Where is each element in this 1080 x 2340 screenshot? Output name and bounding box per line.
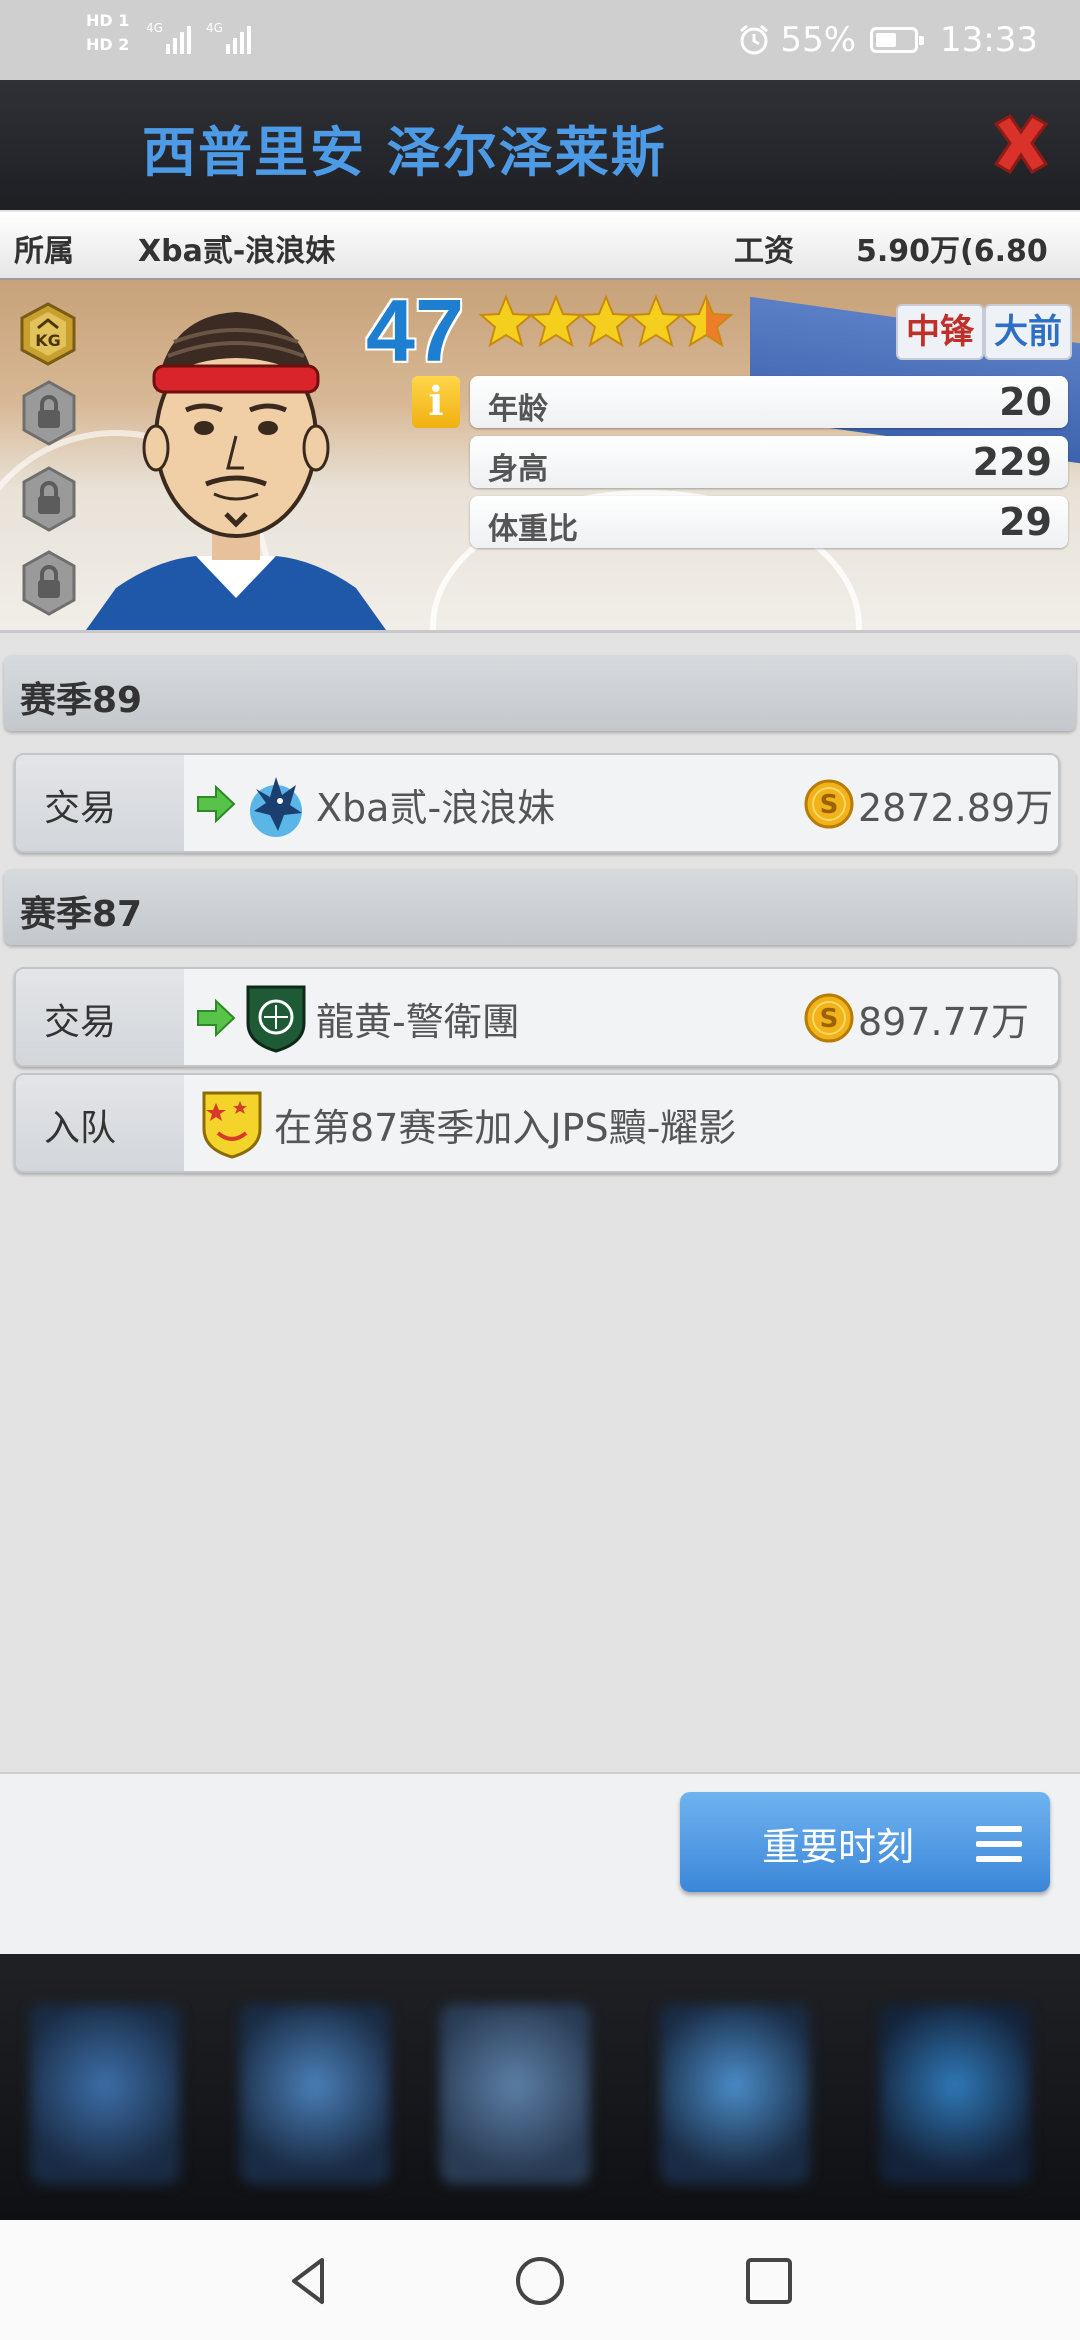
stat-value: 20 xyxy=(999,380,1052,424)
clock: 13:33 xyxy=(940,20,1038,60)
star-icon xyxy=(578,294,634,348)
team-shield-icon xyxy=(202,1091,262,1159)
info-strip: 所属 Xba贰-浪浪妹 工资 5.90万(6.80万) xyxy=(0,212,1080,313)
team-value: Xba贰-浪浪妹 xyxy=(138,234,336,269)
net2-label: 4G xyxy=(206,21,223,35)
stat-value: 229 xyxy=(972,440,1052,484)
position-badge-secondary: 大前 xyxy=(984,304,1072,360)
season-header: 赛季89 xyxy=(4,655,1076,731)
coin-icon: S xyxy=(804,993,854,1043)
team-name: 龍黄-警衛團 xyxy=(316,1000,520,1044)
trade-price: 2872.89万 xyxy=(858,786,1054,830)
star-icon xyxy=(528,294,584,348)
home-icon[interactable] xyxy=(513,2254,567,2308)
status-bar: HD 1 HD 2 4G 4G 55% 13:33 xyxy=(0,0,1080,80)
event-type-cell: 入队 xyxy=(16,1075,184,1171)
team-logo-icon xyxy=(250,777,302,837)
history-list: 赛季89 交易 Xba贰-浪浪妹 S 2872.89万 赛季87 交易 龍黄-警… xyxy=(0,630,1080,1773)
history-event-row[interactable]: 入队 在第87赛季加入JPS黷-耀影 xyxy=(14,1073,1060,1173)
stat-label: 年龄 xyxy=(488,392,548,427)
star-icon xyxy=(678,294,734,348)
history-event-row[interactable]: 交易 龍黄-警衛團 S 897.77万 xyxy=(14,967,1060,1067)
kg-badge-icon[interactable]: KG xyxy=(16,302,80,366)
key-moments-button[interactable]: 重要时刻 xyxy=(680,1792,1050,1892)
nav-yen-icon xyxy=(240,2004,390,2184)
nav-chat-icon xyxy=(660,2004,810,2184)
coin-icon: S xyxy=(804,779,854,829)
stat-value: 29 xyxy=(999,500,1052,544)
nav-star-icon xyxy=(30,2004,180,2184)
team-shield-icon xyxy=(246,985,306,1053)
star-rating xyxy=(478,294,734,358)
sim1-label: HD 1 xyxy=(86,11,130,30)
nav-calendar-icon xyxy=(440,2004,590,2184)
history-event-row[interactable]: 交易 Xba贰-浪浪妹 S 2872.89万 xyxy=(14,753,1060,853)
team-name: Xba贰-浪浪妹 xyxy=(316,786,556,830)
stat-age: 年龄 20 xyxy=(470,376,1068,428)
battery-percent: 55% xyxy=(780,20,857,60)
event-type: 入队 xyxy=(44,1108,117,1149)
season-header: 赛季87 xyxy=(4,869,1076,945)
event-type: 交易 xyxy=(44,1002,117,1043)
lock-icon[interactable] xyxy=(20,550,78,616)
arrow-right-icon xyxy=(197,999,236,1037)
key-moments-label: 重要时刻 xyxy=(762,1825,915,1869)
battery-icon xyxy=(870,27,925,53)
event-type: 交易 xyxy=(44,788,117,829)
info-icon[interactable]: i xyxy=(412,376,460,428)
kg-badge-label: KG xyxy=(35,331,61,350)
join-description: 在第87赛季加入JPS黷-耀影 xyxy=(274,1106,737,1150)
player-name: 西普里安 泽尔泽莱斯 xyxy=(142,121,667,184)
alarm-icon xyxy=(740,24,769,55)
lock-icon[interactable] xyxy=(20,380,78,446)
menu-icon xyxy=(976,1826,1022,1862)
action-panel: 重要时刻 xyxy=(0,1772,1080,1954)
sim2-label: HD 2 xyxy=(86,35,130,54)
salary-label: 工资 xyxy=(734,234,794,269)
signal-icon-1: 4G xyxy=(146,21,191,54)
net1-label: 4G xyxy=(146,21,163,35)
stat-label: 体重比 xyxy=(488,512,578,547)
sim-indicators: HD 1 HD 2 xyxy=(86,12,129,60)
position-badge-primary: 中锋 xyxy=(896,304,984,360)
star-icon xyxy=(478,294,534,348)
stat-label: 身高 xyxy=(488,452,548,487)
star-icon xyxy=(628,294,684,348)
svg-text:S: S xyxy=(820,1004,839,1034)
player-rating: 47 xyxy=(366,281,464,380)
recents-icon[interactable] xyxy=(742,2254,796,2308)
stat-weight-ratio: 体重比 29 xyxy=(470,496,1068,548)
event-type-cell: 交易 xyxy=(16,755,184,851)
season-title: 赛季89 xyxy=(20,680,143,721)
back-icon[interactable] xyxy=(282,2254,336,2308)
svg-text:S: S xyxy=(820,790,839,820)
team-label: 所属 xyxy=(14,234,74,269)
player-card: KG 47 中锋 大前 i 年龄 20 身高 229 体重比 29 xyxy=(0,280,1080,630)
nav-up-icon xyxy=(880,2004,1030,2184)
season-title: 赛季87 xyxy=(20,894,143,935)
player-avatar xyxy=(86,312,386,630)
signal-icon-2: 4G xyxy=(206,21,251,54)
game-nav-blurred xyxy=(0,1954,1080,2220)
stat-height: 身高 229 xyxy=(470,436,1068,488)
close-icon[interactable] xyxy=(986,110,1056,180)
system-nav-bar xyxy=(0,2220,1080,2340)
lock-icon[interactable] xyxy=(20,466,78,532)
event-type-cell: 交易 xyxy=(16,969,184,1065)
trade-price: 897.77万 xyxy=(858,1000,1029,1044)
title-bar: 西普里安 泽尔泽莱斯 xyxy=(0,80,1080,210)
arrow-right-icon xyxy=(197,785,236,823)
